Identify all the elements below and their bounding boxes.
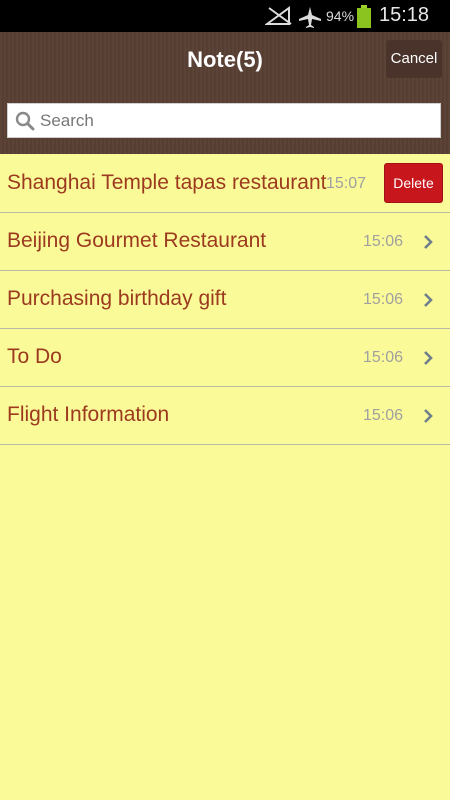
clock: 15:18	[379, 4, 430, 26]
note-title: Purchasing birthday gift	[7, 287, 227, 310]
status-bar: 94% 15:18	[0, 0, 450, 32]
battery-icon	[357, 5, 371, 28]
app-header: Note(5) Cancel	[0, 32, 450, 154]
list-item[interactable]: Beijing Gourmet Restaurant 15:06	[0, 213, 450, 271]
search-bar	[7, 103, 441, 138]
page-title: Note(5)	[187, 47, 263, 72]
battery-percent: 94%	[326, 8, 355, 24]
note-title: Beijing Gourmet Restaurant	[7, 229, 267, 252]
cancel-button[interactable]: Cancel	[386, 40, 442, 78]
list-item[interactable]: Shanghai Temple tapas restaurant 15:07 D…	[0, 155, 450, 213]
chevron-right-icon	[424, 409, 433, 423]
search-input[interactable]	[40, 104, 435, 137]
list-item[interactable]: Purchasing birthday gift 15:06	[0, 271, 450, 329]
note-title: To Do	[7, 345, 62, 368]
note-title: Flight Information	[7, 403, 170, 426]
chevron-right-icon	[424, 293, 433, 307]
note-title: Shanghai Temple tapas restaurant	[7, 171, 327, 194]
delete-button[interactable]: Delete	[384, 163, 443, 203]
signal-off-icon	[265, 6, 292, 25]
search-icon	[15, 111, 35, 131]
note-time: 15:06	[363, 349, 404, 366]
list-item[interactable]: Flight Information 15:06	[0, 387, 450, 445]
chevron-right-icon	[424, 351, 433, 365]
airplane-mode-icon	[299, 7, 321, 28]
notes-list: Shanghai Temple tapas restaurant 15:07 D…	[0, 155, 450, 445]
list-item[interactable]: To Do 15:06	[0, 329, 450, 387]
note-time: 15:06	[363, 291, 404, 308]
note-time: 15:06	[363, 407, 404, 424]
note-time: 15:07	[326, 175, 367, 192]
chevron-right-icon	[424, 235, 433, 249]
note-time: 15:06	[363, 233, 404, 250]
